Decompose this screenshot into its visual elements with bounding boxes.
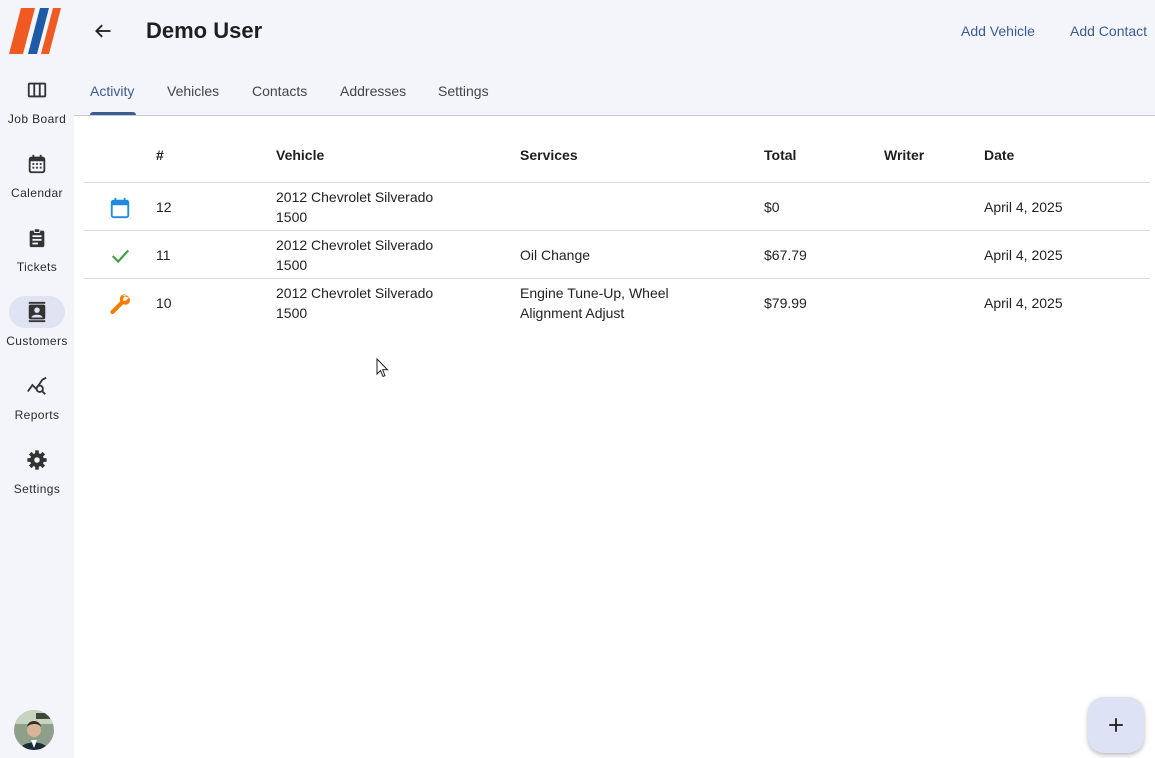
nav-label: Calendar xyxy=(11,186,63,200)
nav-tickets[interactable]: Tickets xyxy=(0,222,74,292)
nav-reports-pill xyxy=(9,370,65,402)
total: $67.79 xyxy=(764,247,807,263)
column-header-number[interactable]: # xyxy=(156,147,164,163)
nav-job-board[interactable]: Job Board xyxy=(0,74,74,144)
gear-icon xyxy=(27,450,47,470)
ticket-number: 12 xyxy=(156,199,172,215)
activity-table: # Vehicle Services Total Writer Date 12 … xyxy=(84,126,1150,327)
add-fab-button[interactable] xyxy=(1088,697,1144,753)
nav-settings[interactable]: Settings xyxy=(0,444,74,514)
date: April 4, 2025 xyxy=(984,199,1063,215)
nav-reports[interactable]: Reports xyxy=(0,370,74,440)
total: $0 xyxy=(764,199,780,215)
nav-customers-pill xyxy=(9,296,65,328)
analytics-search-icon xyxy=(27,376,47,395)
top-app-bar: Demo User Add Vehicle Add Contact xyxy=(74,0,1155,62)
active-tab-indicator xyxy=(90,112,136,115)
page-title: Demo User xyxy=(146,18,263,43)
nav-label: Job Board xyxy=(7,112,67,126)
clipboard-icon xyxy=(29,228,45,248)
app-logo[interactable] xyxy=(9,8,61,54)
column-header-services[interactable]: Services xyxy=(520,147,578,163)
table-header: # Vehicle Services Total Writer Date xyxy=(84,126,1150,183)
tab-settings[interactable]: Settings xyxy=(438,83,489,99)
mouse-cursor-icon xyxy=(376,358,389,378)
table-row[interactable]: 12 2012 Chevrolet Silverado 1500 $0 Apri… xyxy=(84,183,1150,231)
add-contact-button[interactable]: Add Contact xyxy=(1070,23,1147,39)
view-columns-icon xyxy=(27,82,47,98)
ticket-number: 10 xyxy=(156,295,172,311)
column-header-writer[interactable]: Writer xyxy=(884,147,924,163)
tab-vehicles[interactable]: Vehicles xyxy=(167,83,219,99)
vehicle-name: 2012 Chevrolet Silverado 1500 xyxy=(276,237,434,273)
nav-job-board-pill xyxy=(9,74,65,106)
navigation-rail: Job Board Calendar Tickets Customers Rep… xyxy=(0,0,74,758)
total: $79.99 xyxy=(764,295,807,311)
services: Oil Change xyxy=(520,247,591,263)
nav-tickets-pill xyxy=(9,222,65,254)
tab-activity[interactable]: Activity xyxy=(90,83,134,99)
in-progress-wrench-icon xyxy=(108,292,132,316)
contact-card-icon xyxy=(28,301,46,323)
ticket-number: 11 xyxy=(156,247,171,263)
arrow-back-icon xyxy=(95,24,111,38)
column-header-vehicle[interactable]: Vehicle xyxy=(276,147,324,163)
tab-bar: Activity Vehicles Contacts Addresses Set… xyxy=(74,62,1155,116)
table-row[interactable]: 11 2012 Chevrolet Silverado 1500 Oil Cha… xyxy=(84,231,1150,279)
nav-calendar-pill xyxy=(9,148,65,180)
date: April 4, 2025 xyxy=(984,247,1063,263)
nav-settings-pill xyxy=(9,444,65,476)
scheduled-calendar-icon xyxy=(108,196,132,220)
nav-customers[interactable]: Customers xyxy=(0,296,74,366)
plus-icon xyxy=(1109,718,1123,732)
nav-label: Reports xyxy=(14,408,60,422)
back-button[interactable] xyxy=(90,18,116,44)
calendar-icon xyxy=(28,154,46,174)
nav-label: Tickets xyxy=(16,260,58,274)
completed-check-icon xyxy=(108,244,132,268)
vehicle-name: 2012 Chevrolet Silverado 1500 xyxy=(276,285,434,321)
tab-contacts[interactable]: Contacts xyxy=(252,83,307,99)
nav-calendar[interactable]: Calendar xyxy=(0,148,74,218)
vehicle-name: 2012 Chevrolet Silverado 1500 xyxy=(276,189,434,225)
tab-addresses[interactable]: Addresses xyxy=(340,83,406,99)
table-row[interactable]: 10 2012 Chevrolet Silverado 1500 Engine … xyxy=(84,279,1150,327)
nav-label: Customers xyxy=(6,334,68,348)
services: Engine Tune-Up, Wheel Alignment Adjust xyxy=(520,285,669,321)
column-header-date[interactable]: Date xyxy=(984,147,1014,163)
column-header-total[interactable]: Total xyxy=(764,147,796,163)
add-vehicle-button[interactable]: Add Vehicle xyxy=(961,23,1035,39)
avatar-image xyxy=(14,710,54,750)
user-avatar[interactable] xyxy=(14,710,54,750)
nav-label: Settings xyxy=(13,482,61,496)
date: April 4, 2025 xyxy=(984,295,1063,311)
